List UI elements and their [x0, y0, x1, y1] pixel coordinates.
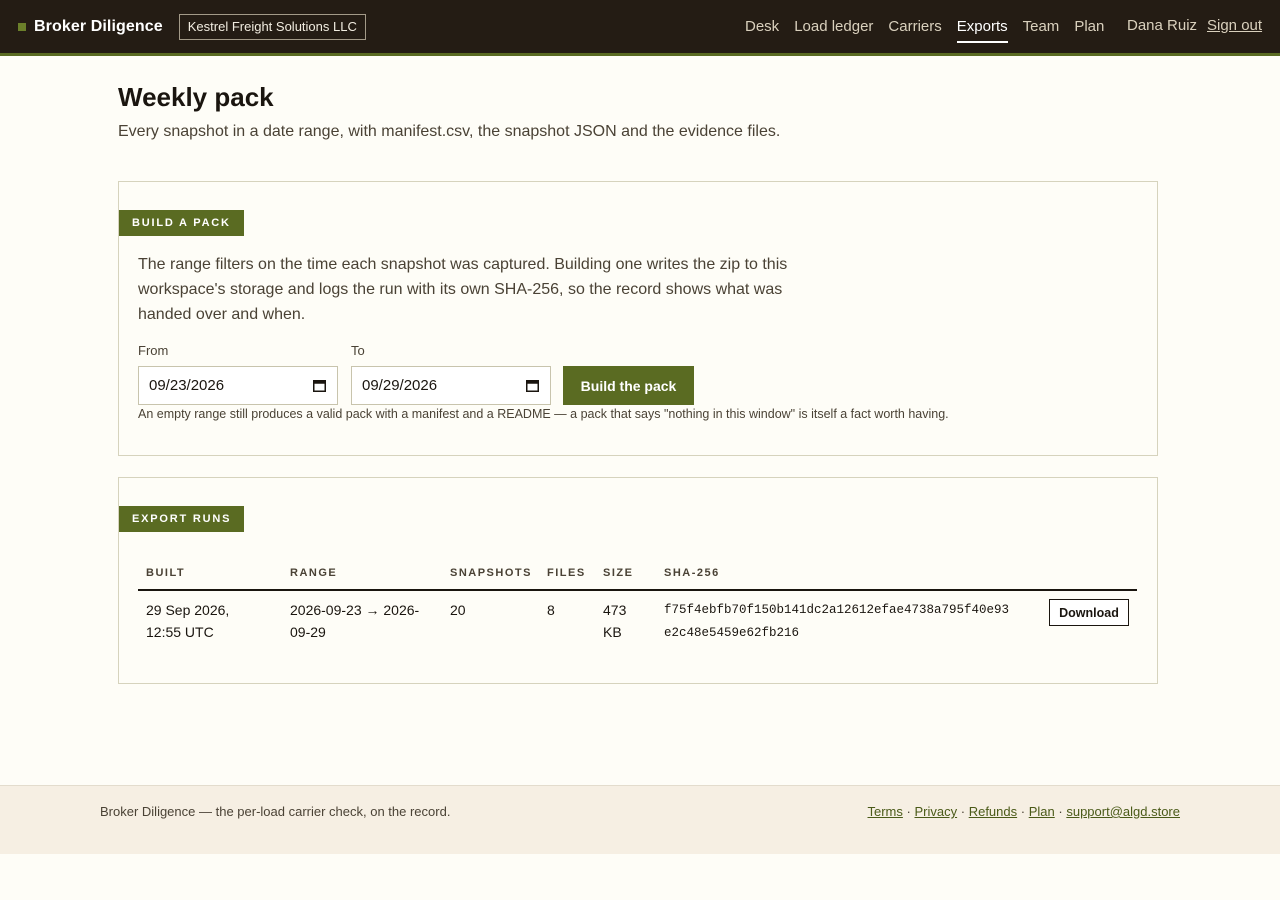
cell-built: 29 Sep 2026, 12:55 UTC: [146, 599, 229, 643]
size-unit: KB: [603, 624, 622, 640]
col-range: RANGE: [290, 567, 338, 579]
footer-link-support[interactable]: support@algd.store: [1066, 804, 1180, 819]
col-files: FILES: [547, 567, 586, 579]
nav-desk[interactable]: Desk: [745, 0, 779, 53]
size-value: 473: [603, 602, 627, 618]
footer-separator: ·: [1020, 804, 1026, 819]
build-description: The range filters on the time each snaps…: [138, 256, 788, 323]
footer-link-terms[interactable]: Terms: [868, 804, 903, 819]
export-runs-table: BUILT RANGE SNAPSHOTS FILES SIZE SHA-256…: [138, 560, 1137, 651]
table-header: BUILT RANGE SNAPSHOTS FILES SIZE SHA-256: [138, 560, 1137, 591]
range-start: 2026-09-23 → 2026-: [290, 602, 420, 618]
download-button[interactable]: Download: [1049, 599, 1129, 626]
sign-out-link[interactable]: Sign out: [1207, 17, 1262, 34]
from-label: From: [138, 343, 169, 358]
build-pack-panel: BUILD A PACK The range filters on the ti…: [118, 181, 1158, 456]
nav-load-ledger[interactable]: Load ledger: [794, 0, 873, 53]
built-date: 29 Sep 2026,: [146, 602, 230, 618]
footer-separator: ·: [1058, 804, 1063, 819]
sha-part-1: f75f4ebfb70f150b141dc2a12612efae4738a795…: [664, 603, 1010, 617]
nav-exports[interactable]: Exports: [956, 0, 1008, 53]
cell-files: 8: [547, 602, 555, 618]
brand-logo-icon: [18, 22, 26, 31]
cell-size: 473 KB: [603, 599, 626, 643]
nav-carriers[interactable]: Carriers: [888, 0, 941, 53]
range-end: 09-29: [290, 624, 326, 640]
brand[interactable]: Broker Diligence: [18, 18, 163, 36]
footer-separator: ·: [906, 804, 911, 819]
nav-team[interactable]: Team: [1023, 0, 1060, 53]
from-date-value: 09/23/2026: [149, 377, 225, 394]
col-size: SIZE: [603, 567, 634, 579]
empty-range-hint: An empty range still produces a valid pa…: [138, 407, 949, 421]
user-name: Dana Ruiz: [1127, 17, 1198, 34]
cell-range: 2026-09-23 → 2026- 09-29: [290, 599, 419, 643]
main-nav: Desk Load ledger Carriers Exports Team P…: [745, 0, 1119, 53]
from-date-input[interactable]: 09/23/2026: [138, 366, 338, 405]
export-runs-tag: EXPORT RUNS: [119, 506, 245, 532]
org-switcher[interactable]: Kestrel Freight Solutions LLC: [178, 13, 366, 40]
calendar-icon[interactable]: [313, 379, 326, 392]
sha-part-2: e2c48e5459e62fb216: [664, 626, 800, 640]
brand-name: Broker Diligence: [34, 17, 163, 35]
page-subtitle: Every snapshot in a date range, with man…: [118, 123, 781, 140]
to-label: To: [351, 343, 365, 358]
col-sha256: SHA-256: [664, 567, 720, 579]
page-title: Weekly pack: [118, 82, 274, 112]
footer-tagline: Broker Diligence — the per-load carrier …: [100, 804, 451, 819]
nav-plan[interactable]: Plan: [1074, 0, 1104, 53]
built-time: 12:55 UTC: [146, 624, 214, 640]
cell-sha256: f75f4ebfb70f150b141dc2a12612efae4738a795…: [664, 599, 1009, 645]
footer-link-plan[interactable]: Plan: [1029, 804, 1055, 819]
table-row: 29 Sep 2026, 12:55 UTC 2026-09-23 → 2026…: [138, 591, 1137, 651]
build-pack-button[interactable]: Build the pack: [563, 366, 694, 405]
calendar-icon[interactable]: [526, 379, 539, 392]
build-pack-tag: BUILD A PACK: [119, 210, 244, 236]
footer: Broker Diligence — the per-load carrier …: [0, 785, 1280, 854]
footer-link-refunds[interactable]: Refunds: [969, 804, 1017, 819]
to-date-value: 09/29/2026: [362, 377, 438, 394]
footer-links: Terms · Privacy · Refunds · Plan · suppo…: [868, 804, 1181, 819]
export-runs-panel: EXPORT RUNS BUILT RANGE SNAPSHOTS FILES …: [118, 477, 1158, 684]
top-bar: Broker Diligence Kestrel Freight Solutio…: [0, 0, 1280, 56]
to-date-input[interactable]: 09/29/2026: [351, 366, 551, 405]
footer-link-privacy[interactable]: Privacy: [914, 804, 957, 819]
cell-snapshots: 20: [450, 602, 466, 618]
col-snapshots: SNAPSHOTS: [450, 567, 532, 579]
footer-separator: ·: [960, 804, 966, 819]
col-built: BUILT: [146, 567, 186, 579]
